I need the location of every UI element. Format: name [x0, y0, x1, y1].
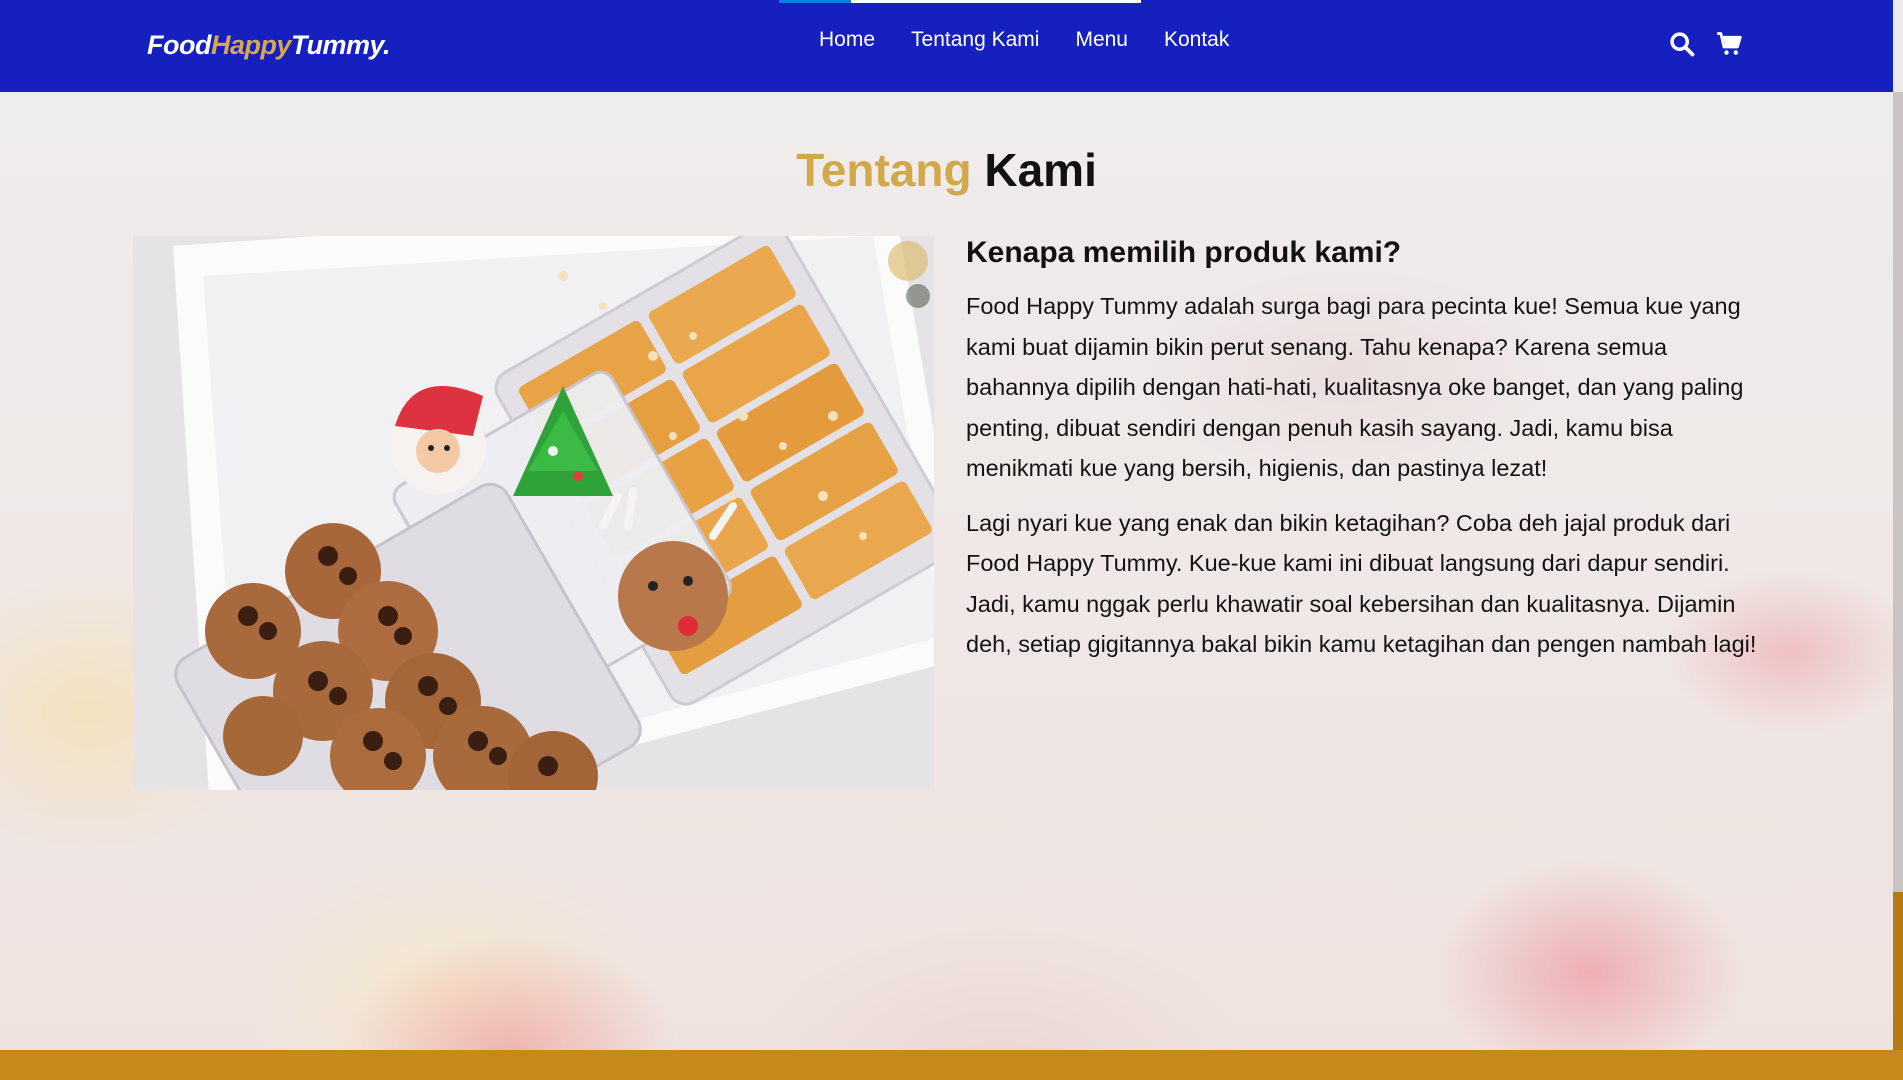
navbar: FoodHappyTummy. Home Tentang Kami Menu K…: [0, 0, 1893, 92]
section-title: Tentang Kami: [0, 143, 1893, 197]
about-heading: Kenapa memilih produk kami?: [966, 236, 1402, 269]
about-content: Kenapa memilih produk kami? Food Happy T…: [966, 236, 1760, 679]
logo-tummy: Tummy.: [291, 30, 391, 60]
nav-active-indicator: [779, 0, 851, 3]
scrollbar[interactable]: [1893, 92, 1903, 1050]
section-title-accent: Tentang: [796, 144, 972, 196]
site-logo[interactable]: FoodHappyTummy.: [147, 30, 391, 61]
section-title-rest: Kami: [984, 144, 1097, 196]
about-paragraph-1: Food Happy Tummy adalah surga bagi para …: [966, 293, 1744, 481]
nav-link-home[interactable]: Home: [819, 28, 875, 52]
shopping-cart-icon[interactable]: [1716, 30, 1744, 58]
about-paragraph-2: Lagi nyari kue yang enak dan bikin ketag…: [966, 509, 1757, 658]
nav-indicator: [779, 0, 1141, 3]
logo-happy: Happy: [210, 30, 292, 60]
scroll-accent: [1893, 892, 1903, 1050]
nav-icons: [1668, 30, 1744, 58]
logo-food: Food: [147, 30, 211, 60]
nav-link-tentang-kami[interactable]: Tentang Kami: [911, 28, 1039, 52]
nav-link-kontak[interactable]: Kontak: [1164, 28, 1229, 52]
nav-links: Home Tentang Kami Menu Kontak: [819, 28, 1229, 52]
about-image: [133, 236, 934, 790]
nav-link-menu[interactable]: Menu: [1075, 28, 1128, 52]
search-icon[interactable]: [1668, 30, 1696, 58]
footer-strip: [0, 1050, 1903, 1080]
